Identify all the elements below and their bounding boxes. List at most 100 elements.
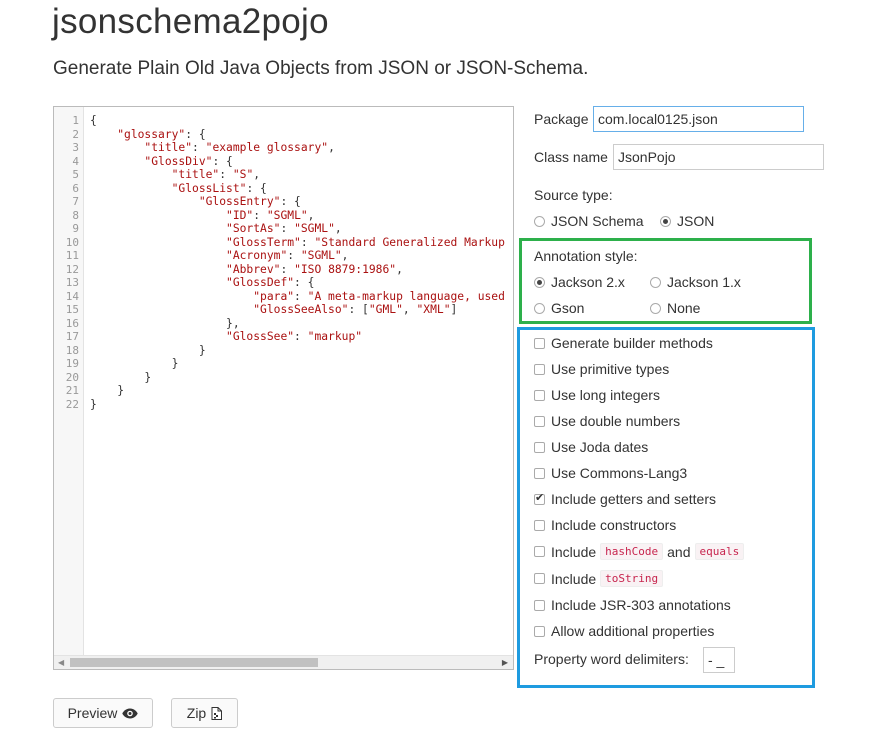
option-joda-dates[interactable]: Use Joda dates xyxy=(534,439,648,455)
package-input[interactable]: com.local0125.json xyxy=(593,106,804,132)
code-line: 22} xyxy=(54,397,97,412)
line-content: "title": "example glossary", xyxy=(144,141,335,154)
checkbox[interactable] xyxy=(534,337,545,349)
option-label: Include constructors xyxy=(551,517,677,533)
option-constructors[interactable]: Include constructors xyxy=(534,517,676,533)
code-line: 1{ xyxy=(54,114,96,128)
code-area[interactable]: 1{2 "glossary": {3 "title": "example glo… xyxy=(54,114,505,412)
option-tostring[interactable]: Include toString xyxy=(534,570,667,587)
page-title: jsonschema2pojo xyxy=(52,2,329,41)
line-number: 17 xyxy=(65,330,79,343)
code-line: 5 "title": "S", xyxy=(54,168,260,182)
radio-indicator[interactable] xyxy=(534,215,545,227)
checkbox[interactable] xyxy=(534,363,545,375)
line-content: } xyxy=(90,397,97,411)
radio-indicator[interactable] xyxy=(534,302,545,314)
classname-label: Class name xyxy=(534,149,608,165)
line-number: 19 xyxy=(65,357,79,370)
line-content: "GlossDef": { xyxy=(226,276,315,289)
checkbox[interactable] xyxy=(534,415,545,427)
option-builder[interactable]: Generate builder methods xyxy=(534,335,713,351)
checkbox[interactable] xyxy=(534,599,545,611)
option-label: Include xyxy=(551,543,597,560)
radio-gson[interactable]: Gson xyxy=(534,300,584,316)
radio-jackson1[interactable]: Jackson 1.x xyxy=(650,274,741,290)
option-additional-properties[interactable]: Allow additional properties xyxy=(534,623,714,639)
line-content: "GlossSee": "markup" xyxy=(226,330,363,343)
line-content: "Abbrev": "ISO 8879:1986", xyxy=(226,262,403,276)
radio-jackson2[interactable]: Jackson 2.x xyxy=(534,274,625,290)
checkbox[interactable] xyxy=(534,491,545,505)
line-content: "title": "S", xyxy=(171,168,261,181)
option-label: Include xyxy=(551,570,597,587)
checkbox[interactable] xyxy=(534,625,545,637)
radio-indicator[interactable] xyxy=(660,215,671,227)
code-line: 4 "GlossDiv": { xyxy=(54,154,232,169)
checkbox[interactable] xyxy=(534,519,545,531)
zip-button-label: Zip xyxy=(186,705,207,721)
code-line: 16 }, xyxy=(54,317,240,331)
json-editor[interactable]: 1{2 "glossary": {3 "title": "example glo… xyxy=(53,106,514,670)
checkbox[interactable] xyxy=(534,389,545,401)
option-label: Allow additional properties xyxy=(551,623,715,639)
code-line: 9 "SortAs": "SGML", xyxy=(54,222,341,236)
option-commons-lang3[interactable]: Use Commons-Lang3 xyxy=(534,465,687,481)
radio-indicator[interactable] xyxy=(534,276,545,288)
code-line: 20 } xyxy=(54,371,151,385)
scroll-right-icon[interactable]: ▶ xyxy=(502,656,508,669)
scroll-left-icon[interactable]: ◀ xyxy=(58,656,64,669)
code-line: 6 "GlossList": { xyxy=(54,182,266,196)
option-getters-setters[interactable]: Include getters and setters xyxy=(534,491,716,507)
preview-button-label: Preview xyxy=(67,705,118,721)
radio-indicator[interactable] xyxy=(650,276,661,288)
package-label: Package xyxy=(534,111,589,127)
code-equals: equals xyxy=(694,543,745,560)
radio-indicator[interactable] xyxy=(650,302,661,314)
option-label: Use long integers xyxy=(551,387,660,403)
code-line: 18 } xyxy=(54,344,206,358)
line-number: 12 xyxy=(65,262,79,276)
line-content: "GlossDiv": { xyxy=(144,154,233,168)
option-long-integers[interactable]: Use long integers xyxy=(534,387,660,403)
option-label: Generate builder methods xyxy=(551,335,713,351)
radio-json-schema[interactable]: JSON Schema xyxy=(534,213,644,229)
code-line: 10 "GlossTerm": "Standard Generalized Ma… xyxy=(54,235,505,250)
checkbox[interactable] xyxy=(534,546,545,557)
radio-label: None xyxy=(667,300,701,316)
checkbox[interactable] xyxy=(534,441,545,453)
code-line: 13 "GlossDef": { xyxy=(54,276,315,290)
radio-label: Gson xyxy=(551,300,585,316)
line-number: 4 xyxy=(72,154,79,168)
preview-button[interactable]: Preview xyxy=(53,698,153,728)
line-number: 10 xyxy=(65,235,79,249)
line-content: "para": "A meta-markup language, used xyxy=(253,289,505,303)
option-hashcode-equals[interactable]: Include hashCode and equals xyxy=(534,543,748,560)
line-content: } xyxy=(90,370,152,384)
line-content: "glossary": { xyxy=(117,127,206,141)
delimiters-label: Property word delimiters: xyxy=(534,651,689,667)
checkbox[interactable] xyxy=(534,573,545,584)
option-double-numbers[interactable]: Use double numbers xyxy=(534,413,680,429)
line-content: } xyxy=(90,384,125,397)
option-label: Use double numbers xyxy=(551,413,681,429)
option-jsr303[interactable]: Include JSR-303 annotations xyxy=(534,597,731,613)
option-label: Use Commons-Lang3 xyxy=(551,465,688,481)
scrollbar-thumb[interactable] xyxy=(70,658,318,667)
horizontal-scrollbar[interactable]: ◀ ▶ xyxy=(54,655,513,669)
line-number: 11 xyxy=(65,249,79,262)
line-content: "ID": "SGML", xyxy=(226,208,315,222)
option-primitive-types[interactable]: Use primitive types xyxy=(534,361,669,377)
checkbox[interactable] xyxy=(534,467,545,479)
line-number: 8 xyxy=(72,208,79,222)
zip-button[interactable]: Zip xyxy=(171,698,238,728)
line-content: }, xyxy=(90,316,240,330)
classname-input[interactable]: JsonPojo xyxy=(613,144,824,170)
radio-json[interactable]: JSON xyxy=(660,213,714,229)
line-number: 22 xyxy=(65,397,79,411)
line-number: 14 xyxy=(65,289,79,303)
delimiters-input[interactable]: - _ xyxy=(703,647,735,673)
line-content: "GlossSeeAlso": ["GML", "XML"] xyxy=(253,303,458,316)
option-label: Use Joda dates xyxy=(551,439,649,455)
radio-none[interactable]: None xyxy=(650,300,700,316)
line-number: 21 xyxy=(65,384,79,397)
